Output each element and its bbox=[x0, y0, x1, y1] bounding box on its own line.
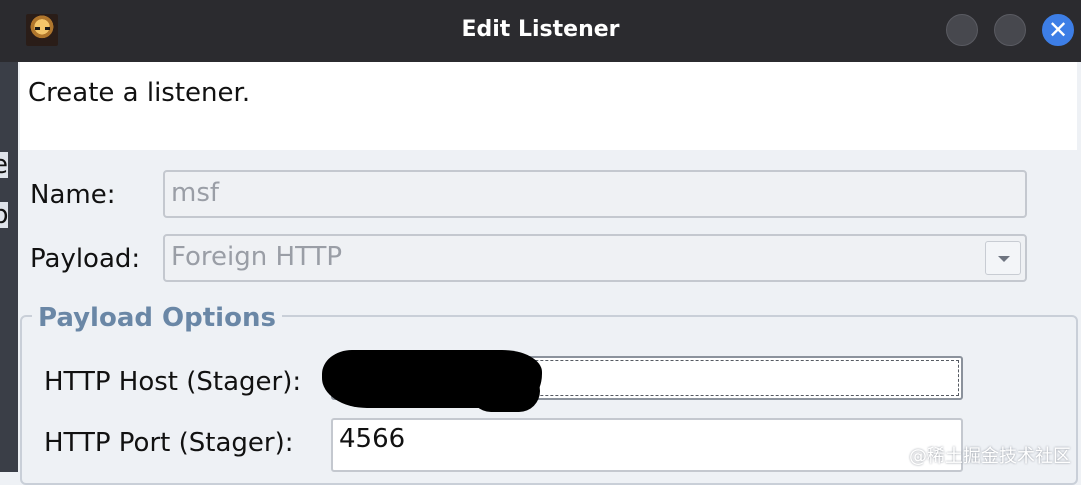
payload-options-title: Payload Options bbox=[32, 303, 282, 333]
payload-label: Payload: bbox=[30, 244, 141, 274]
name-field[interactable]: msf bbox=[163, 170, 1027, 218]
http-host-label: HTTP Host (Stager): bbox=[44, 367, 302, 397]
http-port-input[interactable]: 4566 bbox=[331, 418, 963, 472]
background-window-strip: e p bbox=[0, 0, 18, 472]
minimize-icon[interactable] bbox=[946, 14, 978, 46]
title-bar[interactable]: Edit Listener ✕ bbox=[0, 0, 1081, 62]
chevron-down-icon bbox=[998, 256, 1010, 262]
payload-select[interactable]: Foreign HTTP bbox=[163, 234, 1027, 282]
close-icon[interactable]: ✕ bbox=[1042, 14, 1074, 46]
background-text-fragment: e bbox=[0, 152, 8, 178]
maximize-icon[interactable] bbox=[994, 14, 1026, 46]
redaction-mark bbox=[470, 370, 540, 412]
watermark: @稀土掘金技术社区 bbox=[909, 446, 1071, 467]
payload-select-value: Foreign HTTP bbox=[171, 242, 343, 272]
http-port-value: 4566 bbox=[339, 424, 406, 454]
dialog-description: Create a listener. bbox=[28, 78, 251, 108]
name-label: Name: bbox=[30, 180, 116, 210]
dialog-header: Create a listener. bbox=[20, 62, 1077, 150]
http-port-label: HTTP Port (Stager): bbox=[44, 428, 294, 458]
window-title: Edit Listener bbox=[461, 17, 620, 42]
dropdown-button[interactable] bbox=[985, 241, 1021, 275]
background-text-fragment: p bbox=[0, 202, 9, 228]
